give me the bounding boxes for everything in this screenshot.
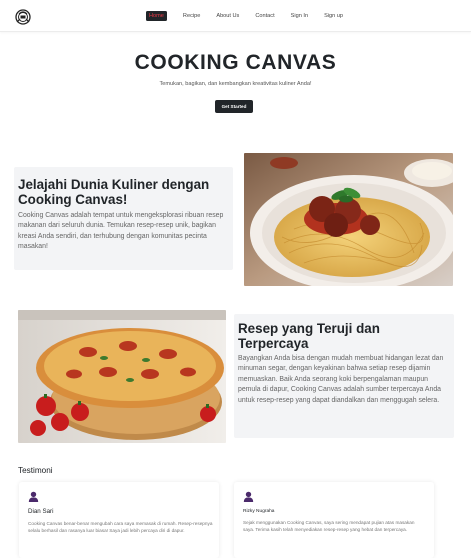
nav-home[interactable]: Home	[146, 11, 167, 21]
intro-card: Jelajahi Dunia Kuliner dengan Cooking Ca…	[14, 167, 233, 270]
navbar: Home Recipe About Us Contact Sign In Sig…	[0, 0, 471, 32]
testimonial-text: Cooking Canvas benar-benar mengubah cara…	[28, 521, 213, 534]
nav-recipe[interactable]: Recipe	[183, 11, 200, 21]
nav-sign-up[interactable]: Sign up	[324, 11, 343, 21]
nav-about-us[interactable]: About Us	[216, 11, 239, 21]
user-avatar-icon	[28, 491, 39, 502]
testimonial-card: Dian Sari Cooking Canvas benar-benar men…	[19, 482, 219, 558]
intro-heading: Jelajahi Dunia Kuliner dengan Cooking Ca…	[18, 177, 210, 207]
user-avatar-icon	[243, 491, 254, 502]
nav-contact[interactable]: Contact	[255, 11, 274, 21]
pizza-image	[18, 310, 226, 443]
testimonial-text: Sejak menggunakan Cooking Canvas, saya s…	[243, 520, 415, 532]
get-started-button[interactable]: Get Started	[215, 100, 253, 113]
trusted-recipes-card: Resep yang Teruji dan Terpercaya Bayangk…	[234, 314, 454, 438]
intro-text: Cooking Canvas adalah tempat untuk menge…	[18, 212, 224, 251]
chef-hat-icon[interactable]	[15, 9, 31, 25]
spaghetti-image	[244, 153, 453, 286]
testimonial-card: Rizky Nugraha Sejak menggunakan Cooking …	[234, 482, 434, 558]
testimonial-name: Dian Sari	[28, 508, 54, 515]
hero-title: COOKING CANVAS	[134, 51, 337, 74]
hero-subtitle: Temukan, bagikan, dan kembangkan kreativ…	[159, 81, 312, 87]
testimonials-heading: Testimoni	[18, 466, 53, 475]
nav-links: Home Recipe About Us Contact Sign In Sig…	[146, 11, 359, 21]
testimonial-name: Rizky Nugraha	[243, 509, 275, 514]
nav-sign-in[interactable]: Sign In	[291, 11, 308, 21]
trusted-recipes-heading: Resep yang Teruji dan Terpercaya	[238, 321, 380, 351]
trusted-recipes-text: Bayangkan Anda bisa dengan mudah membuat…	[238, 355, 444, 404]
